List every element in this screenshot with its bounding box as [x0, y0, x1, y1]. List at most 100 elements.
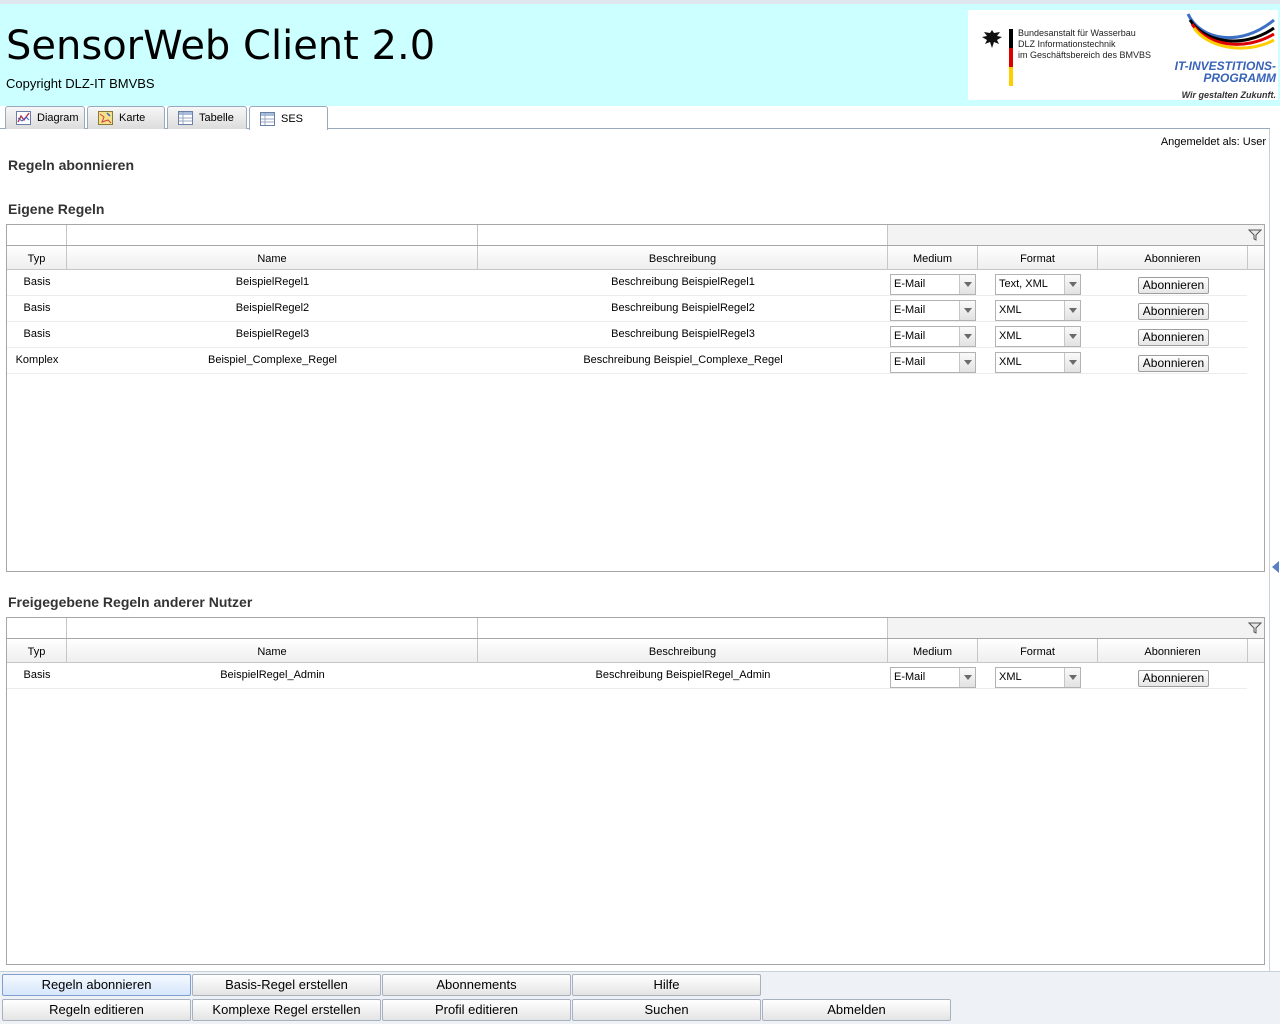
cell-name: BeispielRegel_Admin [220, 669, 325, 681]
tab-label: Karte [119, 112, 146, 124]
shared-rules-title: Freigegebene Regeln anderer Nutzer [8, 594, 253, 610]
program-claim: Wir gestalten Zukunft. [1181, 90, 1276, 100]
filter-beschreibung-input[interactable] [478, 618, 888, 638]
subscribe-button[interactable]: Abonnieren [1138, 303, 1209, 320]
cell-beschreibung: Beschreibung BeispielRegel1 [611, 276, 755, 288]
program-name: IT-INVESTITIONS- PROGRAMM [1174, 59, 1276, 85]
app-title: SensorWeb Client 2.0 [6, 23, 436, 69]
filter-row [7, 618, 1264, 639]
medium-select[interactable]: E-Mail [890, 667, 976, 688]
chevron-down-icon[interactable] [959, 301, 975, 320]
column-header-abonnieren[interactable]: Abonnieren [1098, 246, 1248, 270]
chevron-down-icon[interactable] [959, 353, 975, 372]
federal-eagle-icon [982, 30, 1002, 48]
chevron-down-icon[interactable] [959, 275, 975, 294]
nav-profil-editieren[interactable]: Profil editieren [382, 999, 571, 1021]
tab-karte[interactable]: Karte [87, 106, 165, 129]
chevron-down-icon[interactable] [959, 668, 975, 687]
chevron-down-icon[interactable] [1064, 353, 1080, 372]
header-row: Typ Name Beschreibung Medium Format Abon… [7, 639, 1264, 663]
format-select[interactable]: Text, XML [995, 274, 1081, 295]
copyright-text: Copyright DLZ-IT BMVBS [6, 76, 155, 91]
chevron-down-icon[interactable] [959, 327, 975, 346]
subscribe-button[interactable]: Abonnieren [1138, 670, 1209, 687]
filter-typ-input[interactable] [7, 225, 67, 245]
chevron-down-icon[interactable] [1064, 301, 1080, 320]
cell-typ: Basis [23, 276, 51, 288]
table-row[interactable]: Komplex Beispiel_Complexe_Regel Beschrei… [7, 348, 1247, 374]
table-row[interactable]: Basis BeispielRegel_Admin Beschreibung B… [7, 663, 1247, 689]
medium-select[interactable]: E-Mail [890, 352, 976, 373]
format-select[interactable]: XML [995, 352, 1081, 373]
column-header-abonnieren[interactable]: Abonnieren [1098, 639, 1248, 663]
sponsor-logo: Bundesanstalt für Wasserbau DLZ Informat… [968, 10, 1278, 100]
app-header: SensorWeb Client 2.0 Copyright DLZ-IT BM… [0, 4, 1280, 106]
nav-basis-regel-erstellen[interactable]: Basis-Regel erstellen [192, 974, 381, 996]
column-header-name[interactable]: Name [67, 639, 478, 663]
chart-icon [16, 111, 31, 125]
format-select[interactable]: XML [995, 667, 1081, 688]
table-icon [260, 111, 275, 126]
cell-typ: Basis [23, 669, 51, 681]
filter-icon[interactable] [1248, 228, 1262, 242]
cell-name: Beispiel_Complexe_Regel [207, 354, 338, 366]
own-rules-title: Eigene Regeln [8, 201, 105, 217]
tab-diagram[interactable]: Diagram [5, 106, 85, 129]
own-rules-body: Basis BeispielRegel1 Beschreibung Beispi… [7, 270, 1264, 374]
column-header-medium[interactable]: Medium [888, 246, 978, 270]
nav-regeln-editieren[interactable]: Regeln editieren [2, 999, 191, 1021]
column-header-beschreibung[interactable]: Beschreibung [478, 639, 888, 663]
format-select[interactable]: XML [995, 300, 1081, 321]
medium-select[interactable]: E-Mail [890, 326, 976, 347]
shared-rules-grid: Typ Name Beschreibung Medium Format Abon… [6, 617, 1265, 965]
collapse-arrow-icon[interactable] [1272, 561, 1279, 573]
column-header-format[interactable]: Format [978, 639, 1098, 663]
subscribe-button[interactable]: Abonnieren [1138, 277, 1209, 294]
nav-abonnements[interactable]: Abonnements [382, 974, 571, 996]
logged-in-user: Angemeldet als: User [1160, 136, 1266, 148]
own-rules-grid: Typ Name Beschreibung Medium Format Abon… [6, 224, 1265, 572]
filter-name-input[interactable] [67, 618, 478, 638]
nav-regeln-abonnieren[interactable]: Regeln abonnieren [2, 974, 191, 996]
filter-name-input[interactable] [67, 225, 478, 245]
filter-typ-input[interactable] [7, 618, 67, 638]
filter-beschreibung-input[interactable] [478, 225, 888, 245]
table-row[interactable]: Basis BeispielRegel1 Beschreibung Beispi… [7, 270, 1247, 296]
tab-label: Tabelle [199, 112, 234, 124]
subscribe-button[interactable]: Abonnieren [1138, 355, 1209, 372]
medium-select[interactable]: E-Mail [890, 300, 976, 321]
column-header-name[interactable]: Name [67, 246, 478, 270]
cell-typ: Basis [23, 328, 51, 340]
tab-tabelle[interactable]: Tabelle [167, 106, 247, 129]
column-header-medium[interactable]: Medium [888, 639, 978, 663]
cell-name: BeispielRegel3 [235, 328, 310, 340]
table-row[interactable]: Basis BeispielRegel3 Beschreibung Beispi… [7, 322, 1247, 348]
subscribe-button[interactable]: Abonnieren [1138, 329, 1209, 346]
column-header-beschreibung[interactable]: Beschreibung [478, 246, 888, 270]
column-header-format[interactable]: Format [978, 246, 1098, 270]
nav-hilfe[interactable]: Hilfe [572, 974, 761, 996]
medium-select[interactable]: E-Mail [890, 274, 976, 295]
nav-suchen[interactable]: Suchen [572, 999, 761, 1021]
nav-abmelden[interactable]: Abmelden [762, 999, 951, 1021]
chevron-down-icon[interactable] [1064, 275, 1080, 294]
map-icon [98, 111, 113, 125]
bottom-nav: Regeln abonnieren Basis-Regel erstellen … [0, 971, 1280, 1024]
table-row[interactable]: Basis BeispielRegel2 Beschreibung Beispi… [7, 296, 1247, 322]
tab-ses[interactable]: SES [249, 106, 328, 130]
chevron-down-icon[interactable] [1064, 327, 1080, 346]
cell-name: BeispielRegel2 [235, 302, 310, 314]
column-header-typ[interactable]: Typ [7, 639, 67, 663]
nav-komplexe-regel-erstellen[interactable]: Komplexe Regel erstellen [192, 999, 381, 1021]
column-header-typ[interactable]: Typ [7, 246, 67, 270]
cell-typ: Komplex [15, 354, 59, 366]
chevron-down-icon[interactable] [1064, 668, 1080, 687]
cell-name: BeispielRegel1 [235, 276, 310, 288]
filter-row [7, 225, 1264, 246]
german-flag-stripe [1009, 29, 1013, 86]
table-icon [178, 111, 193, 125]
tab-label: SES [281, 112, 304, 125]
filter-icon[interactable] [1248, 621, 1262, 635]
format-select[interactable]: XML [995, 326, 1081, 347]
cell-beschreibung: Beschreibung BeispielRegel3 [611, 328, 755, 340]
